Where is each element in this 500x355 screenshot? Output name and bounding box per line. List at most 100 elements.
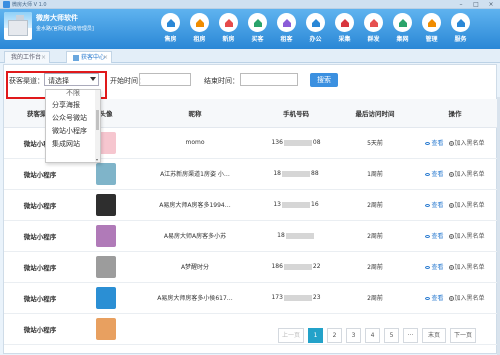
blacklist-label: 加入黑名单 (454, 264, 485, 271)
phone-prefix: 13 (273, 201, 281, 208)
phone-mask (282, 201, 310, 208)
nav-item-0[interactable]: 售房 (156, 13, 185, 43)
nav-item-5[interactable]: 办公 (301, 13, 330, 43)
avatar[interactable] (96, 286, 116, 309)
blacklist-link[interactable]: + 加入黑名单 (448, 169, 485, 178)
phone-cell: 18 (254, 220, 338, 252)
row-actions: 查看 + 加入黑名单 (412, 169, 498, 178)
row-actions: 查看 + 加入黑名单 (412, 138, 498, 147)
nav-item-7[interactable]: 群发 (359, 13, 388, 43)
blacklist-link[interactable]: + 加入黑名单 (448, 138, 485, 147)
close-tab-icon[interactable]: × (41, 52, 46, 64)
nav-item-10[interactable]: 服务 (446, 13, 475, 43)
phone-suffix: 08 (312, 139, 321, 146)
page-button[interactable]: 2 (327, 328, 343, 343)
phone-prefix: 173 (271, 294, 283, 301)
app-header: 微房大师软件 金水路(官网)[超级管理员] 售房 租房 新房 买客 租客 办公 采集 群发 集网… (0, 9, 500, 49)
phone-suffix: 16 (311, 201, 319, 208)
nickname-cell (136, 313, 254, 345)
view-label: 查看 (431, 233, 444, 240)
blacklist-label: 加入黑名单 (454, 233, 485, 240)
main-nav: 售房 租房 新房 买客 租客 办公 采集 群发 集网 管理 服务 (156, 13, 475, 43)
phone-cell: 13 16 (254, 189, 338, 221)
page-button[interactable]: 3 (346, 328, 362, 343)
view-link[interactable]: 查看 (425, 293, 444, 302)
avatar-cell (76, 220, 136, 252)
last-visit-cell: 2周前 (338, 251, 412, 283)
tab-lead-center[interactable]: 获客中心 × (66, 51, 112, 63)
nav-item-9[interactable]: 管理 (417, 13, 446, 43)
col-last-visit: 最后访问时间 (338, 99, 412, 128)
blacklist-link[interactable]: + 加入黑名单 (448, 231, 485, 240)
avatar[interactable] (96, 255, 116, 278)
page-button[interactable]: 4 (365, 328, 381, 343)
end-time-input[interactable] (240, 73, 298, 86)
nav-item-3[interactable]: 买客 (243, 13, 272, 43)
phone-prefix: 18 (273, 170, 281, 177)
nav-item-4[interactable]: 租客 (272, 13, 301, 43)
tab-label: 获客中心 (81, 54, 106, 61)
nav-item-1[interactable]: 租房 (185, 13, 214, 43)
search-button[interactable]: 搜索 (310, 73, 338, 87)
send-icon (364, 13, 383, 32)
phone-cell: 186 22 (254, 251, 338, 283)
view-label: 查看 (431, 295, 444, 302)
actions-cell: 查看 + 加入黑名单 (412, 251, 498, 283)
home-icon (161, 13, 180, 32)
nav-label: 服务 (454, 36, 467, 43)
add-circle-icon: + (448, 234, 454, 239)
minimize-icon[interactable]: – (455, 1, 467, 8)
dropdown-option[interactable]: 分享海报 (46, 99, 100, 112)
start-time-input[interactable] (139, 73, 191, 86)
nickname-cell: A梦醒时分 (136, 251, 254, 283)
phone-cell: 173 23 (254, 282, 338, 314)
nav-item-8[interactable]: 集网 (388, 13, 417, 43)
view-link[interactable]: 查看 (425, 138, 444, 147)
next-page-button[interactable]: 下一页 (450, 328, 477, 343)
avatar[interactable] (96, 193, 116, 216)
dropdown-option[interactable]: 公众号微站 (46, 112, 100, 125)
actions-cell: 查看 + 加入黑名单 (412, 282, 498, 314)
page-button[interactable]: 5 (384, 328, 400, 343)
blacklist-link[interactable]: + 加入黑名单 (448, 293, 485, 302)
dropdown-scrollbar[interactable] (95, 90, 100, 162)
view-link[interactable]: 查看 (425, 200, 444, 209)
avatar-cell (76, 251, 136, 283)
col-phone: 手机号码 (254, 99, 338, 128)
phone-mask (283, 139, 312, 146)
close-icon[interactable]: × (485, 1, 497, 8)
nav-item-6[interactable]: 采集 (330, 13, 359, 43)
avatar-cell (76, 189, 136, 221)
dropdown-option[interactable]: 不限 (46, 90, 100, 99)
nav-label: 买客 (251, 36, 264, 43)
blacklist-link[interactable]: + 加入黑名单 (448, 200, 485, 209)
dropdown-option[interactable]: 微站小程序 (46, 125, 100, 138)
close-tab-icon[interactable]: × (103, 52, 108, 64)
view-link[interactable]: 查看 (425, 262, 444, 271)
col-nickname: 昵称 (136, 99, 254, 128)
network-icon (393, 13, 412, 32)
last-page-button[interactable]: 末页 (422, 328, 447, 343)
page-button[interactable]: 1 (308, 328, 324, 343)
view-link[interactable]: 查看 (425, 169, 444, 178)
prev-page-button[interactable]: 上一页 (278, 328, 305, 343)
end-time-label: 结束时间： (204, 77, 239, 85)
last-visit-cell: 2周前 (338, 189, 412, 221)
avatar[interactable] (96, 224, 116, 247)
eye-icon (425, 235, 431, 238)
phone-suffix: 22 (312, 263, 321, 270)
tab-label: 我的工作台 (11, 54, 42, 61)
home-rent-icon (190, 13, 209, 32)
logo (4, 12, 32, 40)
dropdown-option[interactable]: 集成网站 (46, 138, 100, 151)
service-icon (451, 13, 470, 32)
view-link[interactable]: 查看 (425, 231, 444, 240)
nav-item-2[interactable]: 新房 (214, 13, 243, 43)
avatar[interactable] (96, 162, 116, 185)
tab-workbench[interactable]: 我的工作台 × (4, 51, 50, 63)
maximize-icon[interactable]: □ (470, 1, 482, 8)
avatar[interactable] (96, 317, 116, 340)
row-actions: 查看 + 加入黑名单 (412, 293, 498, 302)
last-visit-cell: 2周前 (338, 282, 412, 314)
blacklist-link[interactable]: + 加入黑名单 (448, 262, 485, 271)
